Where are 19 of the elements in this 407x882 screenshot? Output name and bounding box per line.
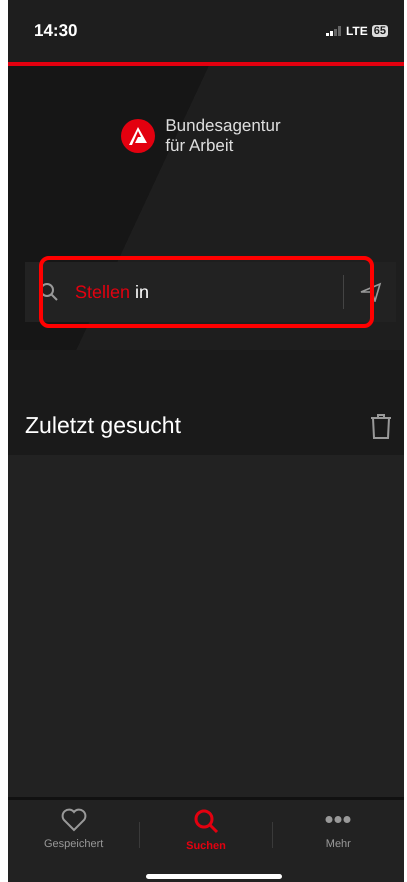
logo-text: Bundesagentur — [165, 116, 281, 136]
tab-button[interactable]: Gespeichert — [8, 808, 140, 850]
section-heading: Zuletzt gesucht — [25, 412, 181, 439]
more-icon — [325, 816, 352, 823]
tab-button[interactable]: Suchen — [140, 808, 272, 852]
location-icon[interactable] — [360, 282, 382, 302]
signal-icon — [326, 26, 342, 36]
network-label: LTE — [346, 24, 368, 38]
search-value: in — [135, 282, 150, 302]
search-label: Stellen — [75, 282, 130, 302]
battery-level: 65 — [372, 25, 388, 37]
trash-icon[interactable] — [370, 413, 392, 439]
tab-button[interactable]: Mehr — [272, 808, 404, 850]
heart-icon — [60, 808, 87, 832]
logo-text: für Arbeit — [165, 136, 234, 156]
logo-icon — [121, 119, 156, 153]
status-time: 14:30 — [34, 21, 78, 41]
search-field[interactable]: Stellen in — [25, 262, 396, 322]
search-icon — [192, 808, 219, 834]
